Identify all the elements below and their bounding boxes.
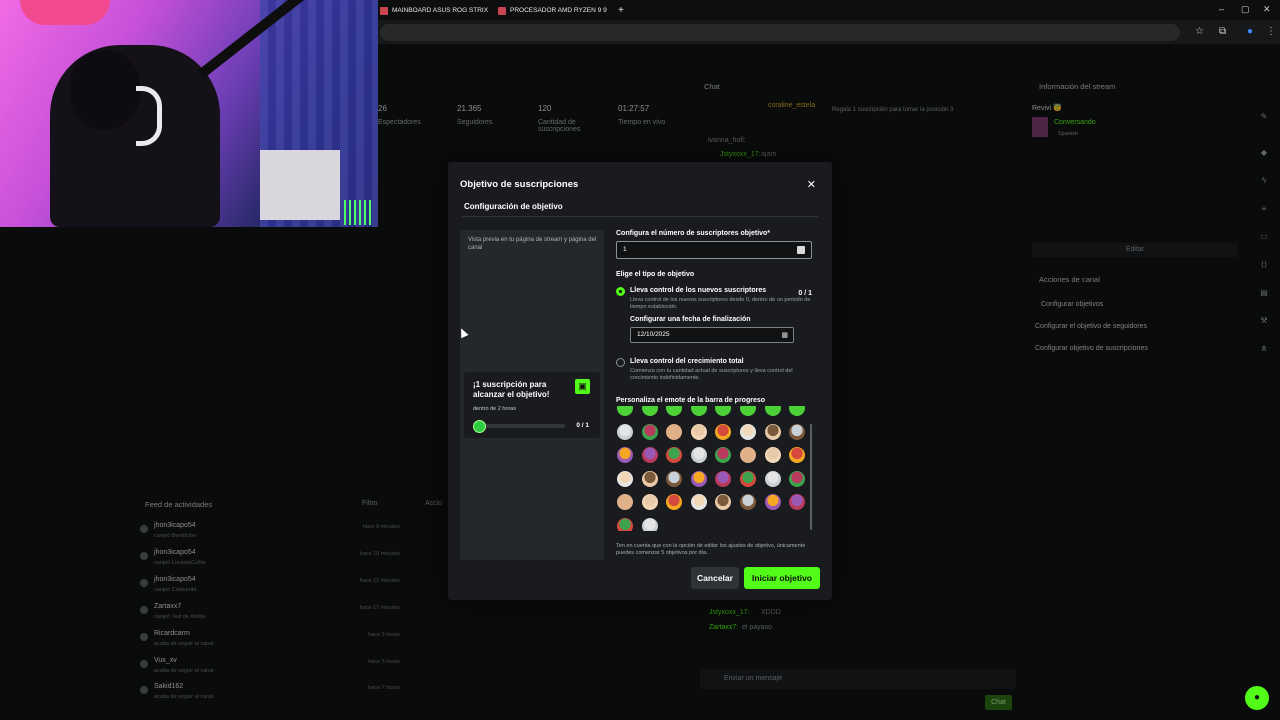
favicon-icon	[498, 6, 506, 15]
emote-option[interactable]	[641, 423, 658, 440]
preview-card-subtitle: dentro de 2 horas	[473, 406, 517, 412]
modal-title: Objetivo de suscripciones	[460, 179, 579, 190]
emote-option[interactable]	[641, 470, 658, 487]
emote-option[interactable]	[617, 447, 633, 463]
goal-type-label: Elige el tipo de objetivo	[616, 271, 695, 278]
menu-dots-icon[interactable]: ⋮	[1266, 26, 1276, 37]
emote-option[interactable]	[641, 447, 658, 463]
cancel-button[interactable]: Cancelar	[691, 567, 739, 589]
emote-option[interactable]	[641, 517, 658, 531]
radio-new-subs[interactable]	[616, 287, 625, 296]
emote-option[interactable]	[666, 470, 683, 487]
tab-title: MAINBOARD ASUS ROG STRIX	[392, 7, 489, 14]
end-date-label: Configurar una fecha de finalización	[630, 316, 751, 323]
emote-option[interactable]	[690, 406, 707, 416]
close-window-icon[interactable]: ✕	[1263, 4, 1271, 15]
emote-option[interactable]	[715, 470, 732, 487]
emote-option[interactable]	[764, 423, 781, 440]
browser-tab[interactable]: MAINBOARD ASUS ROG STRIX ×	[380, 3, 492, 18]
webcam-overlay	[0, 0, 378, 227]
emote-option[interactable]	[740, 470, 756, 487]
option-total-growth-title[interactable]: Lleva control del crecimiento total	[630, 358, 744, 365]
progress-emote-icon	[473, 420, 486, 433]
emote-option[interactable]	[715, 423, 732, 440]
help-chat-icon[interactable]: ●	[1245, 686, 1269, 710]
emote-option[interactable]	[789, 447, 806, 463]
goal-limit-note: Ten en cuenta que con la opción de edita…	[616, 543, 806, 557]
start-goal-button[interactable]: Iniciar objetivo	[744, 567, 820, 589]
emote-option[interactable]	[666, 494, 683, 510]
bookmark-star-icon[interactable]: ☆	[1195, 26, 1204, 37]
emote-option[interactable]	[740, 423, 756, 440]
target-number-input[interactable]: 1	[616, 241, 812, 259]
emote-scrollbar[interactable]	[810, 424, 812, 530]
option-new-subs-title[interactable]: Lleva control de los nuevos suscriptores	[630, 287, 766, 294]
preview-card-title: ¡1 suscripción para alcanzar el objetivo…	[473, 380, 550, 400]
emote-option[interactable]	[690, 447, 707, 463]
emote-option[interactable]	[715, 447, 732, 463]
target-label: Configura el número de suscriptores obje…	[616, 230, 771, 237]
calendar-icon[interactable]: ▦	[781, 331, 788, 339]
emote-option[interactable]	[617, 470, 633, 487]
emote-option[interactable]	[617, 423, 633, 440]
emote-option[interactable]	[666, 447, 683, 463]
end-date-input[interactable]: 12/10/2025 ▦	[630, 327, 794, 343]
emote-option[interactable]	[617, 517, 633, 531]
profile-icon[interactable]: ●	[1247, 26, 1253, 37]
radio-total-growth[interactable]	[616, 358, 625, 367]
emote-option[interactable]	[690, 494, 707, 510]
emote-option[interactable]	[641, 406, 658, 416]
emote-option[interactable]	[740, 447, 756, 463]
option-new-subs-desc: Lleva control de los nuevos suscriptores…	[630, 297, 811, 311]
emote-option[interactable]	[764, 406, 781, 416]
preview-progress-bar	[473, 420, 587, 433]
emote-option[interactable]	[789, 470, 806, 487]
emote-option[interactable]	[764, 447, 781, 463]
emote-option[interactable]	[764, 470, 781, 487]
emote-option[interactable]	[789, 494, 806, 510]
stepper-icon[interactable]	[797, 246, 805, 254]
emote-picker-grid	[616, 406, 812, 531]
preview-caption: Vista previa en tu página de stream y pá…	[468, 237, 597, 251]
emote-option[interactable]	[715, 406, 732, 416]
browser-tab[interactable]: PROCESADOR AMD RYZEN 9 9 ×	[498, 3, 610, 18]
emote-option[interactable]	[690, 470, 707, 487]
tab-title: PROCESADOR AMD RYZEN 9 9	[510, 7, 607, 14]
extensions-icon[interactable]: ⧉	[1219, 26, 1226, 37]
emote-option[interactable]	[740, 406, 756, 416]
option-new-subs-count: 0 / 1	[798, 290, 812, 297]
emote-option[interactable]	[764, 494, 781, 510]
emote-option[interactable]	[617, 406, 633, 416]
emote-option[interactable]	[666, 423, 683, 440]
close-icon[interactable]: ✕	[807, 178, 816, 191]
gift-icon: ▣	[575, 379, 590, 394]
emote-option[interactable]	[690, 423, 707, 440]
new-tab-button[interactable]: +	[618, 3, 624, 18]
maximize-icon[interactable]: ▢	[1241, 4, 1250, 15]
emote-option[interactable]	[641, 494, 658, 510]
emote-option[interactable]	[740, 494, 756, 510]
emote-option[interactable]	[617, 494, 633, 510]
subscription-goal-modal: Objetivo de suscripciones ✕ Configuració…	[448, 162, 832, 600]
emote-label: Personaliza el emote de la barra de prog…	[616, 397, 765, 404]
minimize-icon[interactable]: –	[1219, 4, 1224, 14]
url-field[interactable]	[380, 24, 1180, 41]
emote-option[interactable]	[715, 494, 732, 510]
emote-option[interactable]	[789, 406, 806, 416]
emote-option[interactable]	[666, 406, 683, 416]
goal-preview-panel: Vista previa en tu página de stream y pá…	[460, 230, 604, 560]
favicon-icon	[380, 6, 388, 15]
goal-preview-card: ¡1 suscripción para alcanzar el objetivo…	[464, 372, 600, 438]
preview-card-count: 0 / 1	[576, 422, 589, 429]
divider	[462, 216, 818, 217]
option-total-growth-desc: Comienza con tu cantidad actual de suscr…	[630, 368, 793, 382]
emote-option[interactable]	[789, 423, 806, 440]
section-title: Configuración de objetivo	[464, 202, 563, 211]
